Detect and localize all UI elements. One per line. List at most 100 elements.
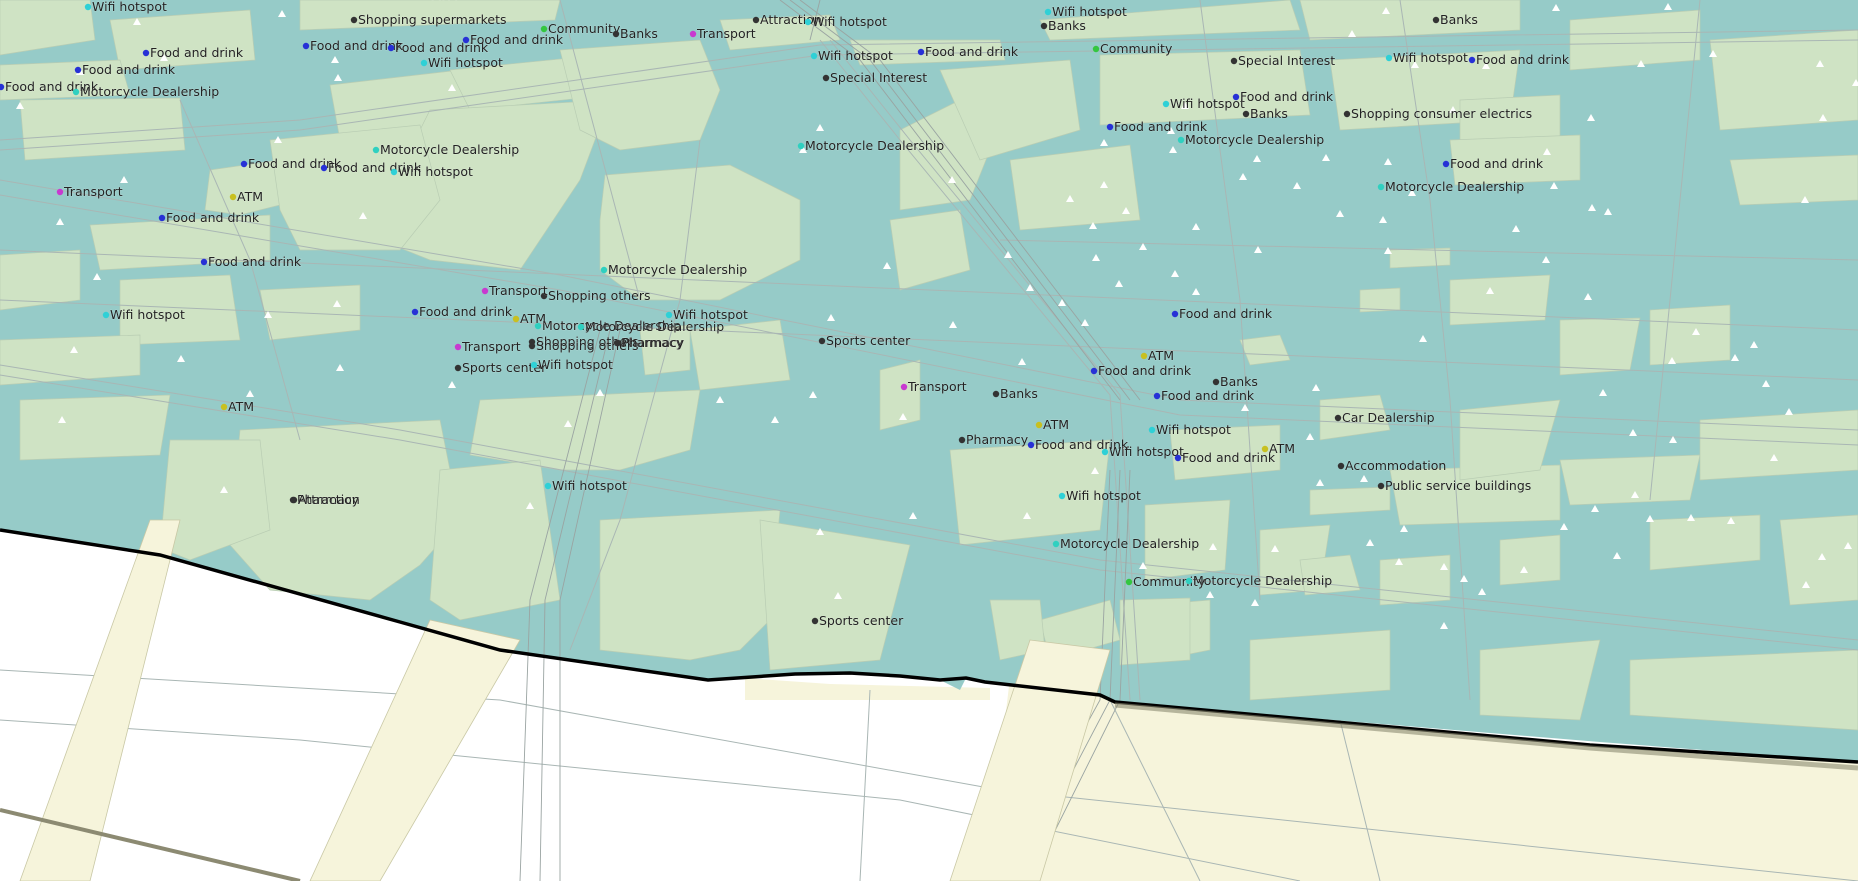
poi-dot[interactable]	[900, 383, 908, 391]
poi-marker[interactable]: Wifi hotspot	[530, 357, 613, 372]
poi-dot[interactable]	[512, 315, 520, 323]
poi-dot[interactable]	[1442, 160, 1450, 168]
poi-label[interactable]: Food and drink	[208, 254, 303, 270]
poi-label[interactable]: Food and drink	[419, 304, 514, 320]
poi-label[interactable]: Pharmacy	[622, 335, 685, 351]
poi-label[interactable]: Food and drink	[1240, 89, 1335, 105]
poi-marker[interactable]: Community	[1092, 41, 1173, 56]
poi-dot[interactable]	[544, 482, 552, 490]
poi-marker[interactable]: Food and drink	[917, 44, 1019, 59]
poi-label[interactable]: Motorcycle Dealership	[1060, 536, 1200, 552]
poi-label[interactable]: Food and drink	[82, 62, 177, 78]
poi-dot[interactable]	[540, 25, 548, 33]
poi-dot[interactable]	[1052, 540, 1060, 548]
poi-dot[interactable]	[1377, 482, 1385, 490]
poi-marker[interactable]: Food and drink	[1153, 388, 1255, 403]
poi-label[interactable]: Transport	[63, 184, 123, 200]
poi-dot[interactable]	[1177, 136, 1185, 144]
poi-dot[interactable]	[350, 16, 358, 24]
poi-marker[interactable]: Transport	[900, 379, 967, 395]
poi-dot[interactable]	[462, 36, 470, 44]
poi-dot[interactable]	[84, 3, 92, 11]
poi-label[interactable]: Wifi hotspot	[398, 164, 474, 180]
poi-dot[interactable]	[1343, 110, 1351, 118]
poi-marker[interactable]: Wifi hotspot	[102, 307, 186, 323]
poi-dot[interactable]	[387, 44, 395, 52]
poi-label[interactable]: Food and drink	[150, 45, 245, 61]
poi-marker[interactable]: Motorcycle Dealership	[1185, 573, 1333, 589]
poi-marker[interactable]: Wifi hotspot	[390, 164, 474, 180]
poi-marker[interactable]: Attraction	[290, 492, 360, 507]
poi-dot[interactable]	[818, 337, 826, 345]
poi-marker[interactable]: Motorcycle Dealership	[1377, 179, 1525, 195]
poi-label[interactable]: Banks	[1048, 18, 1087, 34]
poi-dot[interactable]	[1230, 57, 1238, 65]
poi-dot[interactable]	[200, 258, 208, 266]
poi-marker[interactable]: Motorcycle Dealership	[600, 262, 748, 277]
poi-dot[interactable]	[454, 364, 462, 372]
poi-label[interactable]: Wifi hotspot	[818, 48, 894, 64]
poi-marker[interactable]: Transport	[56, 184, 123, 200]
poi-dot[interactable]	[665, 311, 673, 319]
poi-marker[interactable]: Wifi hotspot	[1044, 4, 1128, 20]
poi-dot[interactable]	[1242, 110, 1250, 118]
poi-dot[interactable]	[1171, 310, 1179, 318]
poi-label[interactable]: ATM	[1269, 441, 1296, 457]
poi-marker[interactable]: Food and drink	[158, 210, 260, 225]
poi-marker[interactable]: Shopping others	[540, 288, 651, 303]
poi-marker[interactable]: Pharmacy	[614, 335, 685, 351]
poi-marker[interactable]: Wifi hotspot	[1058, 488, 1141, 503]
poi-dot[interactable]	[1027, 441, 1035, 449]
poi-label[interactable]: Wifi hotspot	[92, 0, 168, 14]
poi-dot[interactable]	[1148, 426, 1156, 434]
poi-marker[interactable]: Food and drink	[1232, 89, 1335, 105]
poi-dot[interactable]	[577, 323, 585, 331]
poi-dot[interactable]	[1140, 352, 1148, 360]
poi-dot[interactable]	[481, 287, 489, 295]
poi-label[interactable]: Wifi hotspot	[110, 307, 186, 323]
poi-marker[interactable]: Wifi hotspot	[420, 55, 503, 70]
poi-marker[interactable]: Wifi hotspot	[1148, 422, 1231, 437]
poi-marker[interactable]: Food and drink	[1090, 363, 1193, 379]
poi-label[interactable]: Food and drink	[1098, 363, 1193, 379]
poi-marker[interactable]: Food and drink	[302, 38, 404, 53]
poi-dot[interactable]	[1125, 578, 1133, 586]
poi-dot[interactable]	[600, 266, 608, 274]
poi-dot[interactable]	[804, 18, 812, 26]
poi-dot[interactable]	[72, 88, 80, 96]
poi-marker[interactable]: Motorcycle Dealership	[797, 138, 945, 153]
poi-label[interactable]: Food and drink	[1182, 450, 1277, 466]
poi-label[interactable]: Wifi hotspot	[1052, 4, 1128, 20]
poi-dot[interactable]	[1377, 183, 1385, 191]
poi-label[interactable]: ATM	[1148, 348, 1175, 364]
poi-marker[interactable]: Banks	[1212, 374, 1259, 390]
poi-marker[interactable]: Banks	[1040, 18, 1087, 34]
poi-label[interactable]: ATM	[1043, 417, 1070, 433]
poi-dot[interactable]	[1040, 22, 1048, 30]
poi-dot[interactable]	[1334, 414, 1342, 422]
poi-marker[interactable]: Sports center	[811, 613, 905, 629]
poi-label[interactable]: Motorcycle Dealership	[1385, 179, 1525, 195]
poi-label[interactable]: Transport	[907, 379, 967, 395]
poi-dot[interactable]	[102, 311, 110, 319]
poi-marker[interactable]: Motorcycle Dealership	[577, 319, 725, 334]
poi-marker[interactable]: Motorcycle Dealership	[72, 84, 220, 99]
poi-marker[interactable]: Banks	[1432, 12, 1479, 28]
poi-label[interactable]: Wifi hotspot	[552, 478, 628, 494]
poi-label[interactable]: Sports center	[819, 613, 905, 629]
poi-dot[interactable]	[1101, 448, 1109, 456]
poi-label[interactable]: Food and drink	[1450, 156, 1545, 172]
poi-label[interactable]: Banks	[1440, 12, 1479, 28]
poi-dot[interactable]	[1232, 93, 1240, 101]
poi-label[interactable]: Motorcycle Dealership	[1193, 573, 1333, 589]
poi-dot[interactable]	[1092, 45, 1100, 53]
poi-label[interactable]: Transport	[461, 339, 521, 355]
poi-label[interactable]: Public service buildings	[1385, 478, 1532, 494]
poi-dot[interactable]	[1090, 367, 1098, 375]
poi-marker[interactable]: Food and drink	[1174, 450, 1277, 466]
poi-dot[interactable]	[612, 30, 620, 38]
poi-dot[interactable]	[240, 160, 248, 168]
poi-marker[interactable]: Shopping consumer electrics	[1343, 106, 1532, 121]
poi-label[interactable]: Banks	[1220, 374, 1259, 390]
poi-marker[interactable]: Community	[540, 21, 621, 36]
